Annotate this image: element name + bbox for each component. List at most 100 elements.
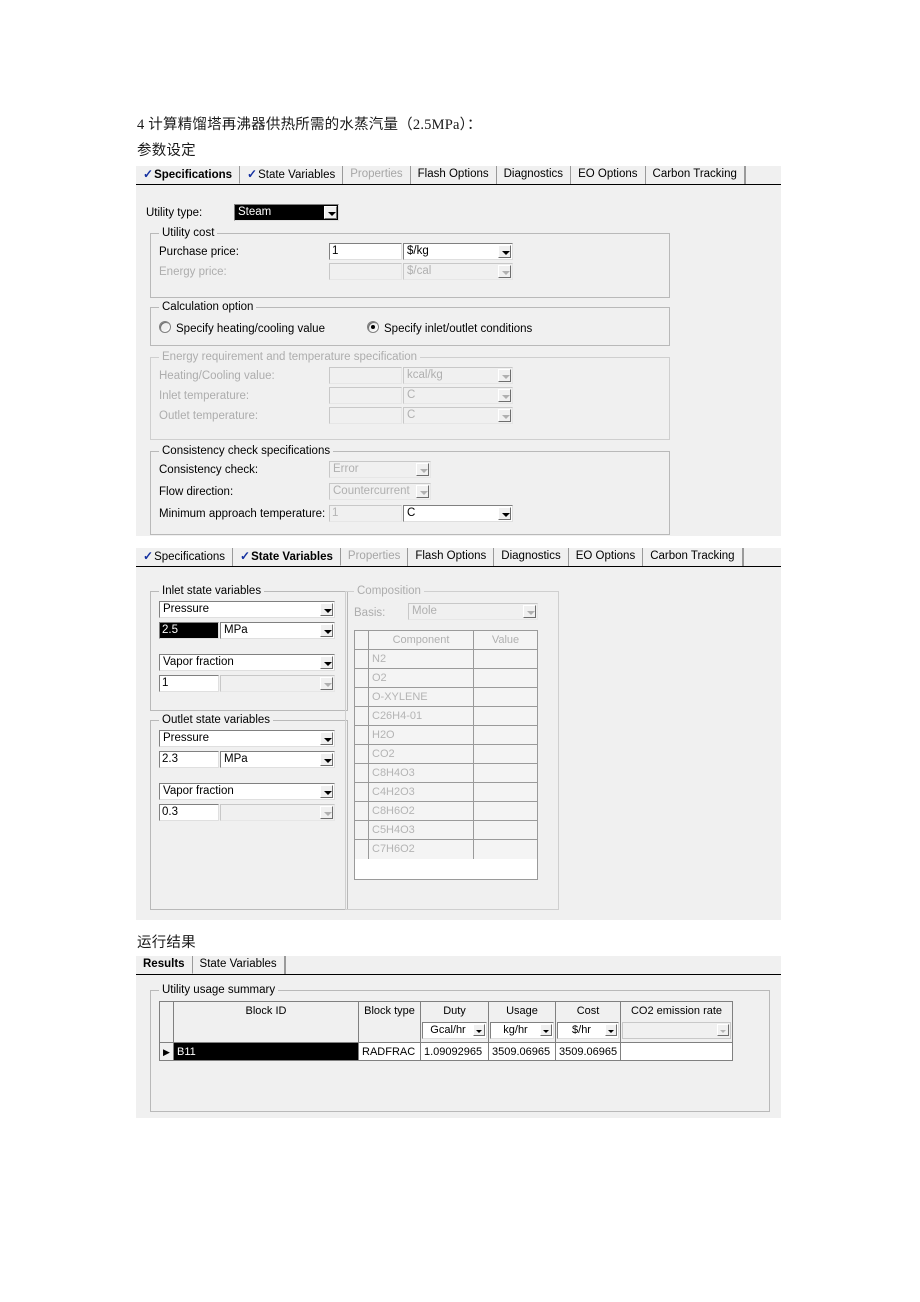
- row-selector[interactable]: [355, 802, 369, 821]
- row-selector[interactable]: [355, 669, 369, 688]
- flow-direction-label: Flow direction:: [159, 486, 234, 498]
- chevron-down-icon[interactable]: [320, 732, 333, 745]
- chevron-down-icon[interactable]: [324, 206, 337, 219]
- table-row[interactable]: O-XYLENE: [355, 688, 537, 707]
- chevron-down-icon[interactable]: [498, 507, 511, 520]
- tab-label: EO Options: [578, 168, 638, 180]
- tab-label: Specifications: [154, 551, 226, 563]
- basis-label: Basis:: [354, 607, 386, 619]
- utility-specifications-panel: ✓Specifications ✓State Variables Propert…: [136, 166, 781, 536]
- table-row[interactable]: H2O: [355, 726, 537, 745]
- component-cell: N2: [369, 650, 474, 669]
- table-row[interactable]: C26H4-01: [355, 707, 537, 726]
- composition-table[interactable]: Component Value N2 O2 O-XYLENE C26H4-01 …: [354, 630, 538, 880]
- purchase-price-unit-dropdown[interactable]: $/kg: [403, 243, 513, 260]
- table-row[interactable]: C8H4O3: [355, 764, 537, 783]
- row-selector[interactable]: [355, 707, 369, 726]
- tab-carbon-tracking[interactable]: Carbon Tracking: [645, 166, 745, 184]
- tab-eo-options[interactable]: EO Options: [568, 548, 644, 566]
- chevron-down-icon[interactable]: [605, 1024, 617, 1036]
- usage-unit-cell[interactable]: kg/hr: [489, 1021, 556, 1042]
- table-row[interactable]: N2: [355, 650, 537, 669]
- cost-unit-cell[interactable]: $/hr: [556, 1021, 621, 1042]
- chevron-down-icon: [717, 1024, 729, 1036]
- chevron-down-icon[interactable]: [498, 245, 511, 258]
- basis-dropdown: Mole: [408, 603, 538, 620]
- chevron-down-icon[interactable]: [320, 624, 333, 637]
- heating-cooling-value-label: Heating/Cooling value:: [159, 370, 275, 382]
- tab-label: Results: [143, 958, 185, 970]
- row-selector[interactable]: [355, 764, 369, 783]
- outlet-unit-1-dropdown[interactable]: MPa: [220, 751, 335, 768]
- duty-unit-cell[interactable]: Gcal/hr: [421, 1021, 489, 1042]
- tab-specifications[interactable]: ✓Specifications: [136, 166, 241, 184]
- tab-state-variables[interactable]: State Variables: [192, 956, 285, 974]
- chevron-down-icon[interactable]: [320, 785, 333, 798]
- inlet-unit-1-dropdown[interactable]: MPa: [220, 622, 335, 639]
- value-cell: [474, 726, 537, 745]
- block-type-header: Block type: [359, 1002, 421, 1021]
- table-row[interactable]: C4H2O3: [355, 783, 537, 802]
- outlet-variable-1-dropdown[interactable]: Pressure: [159, 730, 335, 747]
- inlet-variable-1-dropdown[interactable]: Pressure: [159, 601, 335, 618]
- chevron-down-icon: [320, 806, 333, 819]
- block-id-cell[interactable]: B11: [174, 1042, 359, 1060]
- heating-cooling-value-input: [329, 367, 402, 384]
- radio-specify-heating-cooling-value[interactable]: Specify heating/cooling value: [159, 320, 325, 335]
- inlet-value-2-input[interactable]: 1: [159, 675, 219, 692]
- duty-unit-dropdown[interactable]: Gcal/hr: [422, 1022, 487, 1039]
- tab-specifications[interactable]: ✓Specifications: [136, 548, 234, 566]
- table-row[interactable]: CO2: [355, 745, 537, 764]
- inlet-variable-2-dropdown[interactable]: Vapor fraction: [159, 654, 335, 671]
- row-selector[interactable]: [355, 726, 369, 745]
- utility-usage-table[interactable]: Block ID Block type Duty Usage Cost CO2 …: [159, 1001, 733, 1061]
- tab-label: EO Options: [575, 550, 636, 562]
- row-selector[interactable]: [355, 650, 369, 669]
- purchase-price-input[interactable]: 1: [329, 243, 402, 260]
- outlet-value-1-input[interactable]: 2.3: [159, 751, 219, 768]
- row-selector[interactable]: [355, 688, 369, 707]
- utility-type-dropdown[interactable]: Steam: [234, 204, 339, 221]
- tab-eo-options[interactable]: EO Options: [571, 166, 646, 184]
- tab-diagnostics[interactable]: Diagnostics: [494, 548, 569, 566]
- chevron-down-icon: [320, 677, 333, 690]
- row-selector[interactable]: [355, 745, 369, 764]
- cost-unit-dropdown[interactable]: $/hr: [557, 1022, 619, 1039]
- chevron-down-icon: [498, 389, 511, 402]
- row-selector-marker[interactable]: ▶: [160, 1042, 174, 1060]
- tab-flash-options[interactable]: Flash Options: [410, 166, 497, 184]
- outlet-temperature-input: [329, 407, 402, 424]
- chevron-down-icon[interactable]: [473, 1024, 485, 1036]
- tab-state-variables[interactable]: ✓State Variables: [233, 548, 341, 566]
- table-row[interactable]: ▶ B11 RADFRAC 1.09092965 3509.06965 3509…: [160, 1042, 732, 1060]
- tab-carbon-tracking[interactable]: Carbon Tracking: [643, 548, 743, 566]
- outlet-unit-1-value: MPa: [224, 753, 248, 765]
- chevron-down-icon[interactable]: [320, 753, 333, 766]
- chevron-down-icon[interactable]: [320, 603, 333, 616]
- table-row[interactable]: C7H6O2: [355, 840, 537, 859]
- row-selector[interactable]: [355, 840, 369, 859]
- radio-specify-inlet-outlet-conditions[interactable]: Specify inlet/outlet conditions: [367, 320, 532, 335]
- tab-flash-options[interactable]: Flash Options: [408, 548, 495, 566]
- tab-state-variables[interactable]: ✓State Variables: [240, 166, 344, 184]
- table-row[interactable]: C5H4O3: [355, 821, 537, 840]
- component-cell: C5H4O3: [369, 821, 474, 840]
- minimum-approach-unit-value: C: [407, 507, 416, 519]
- table-row[interactable]: O2: [355, 669, 537, 688]
- inlet-value-1-input[interactable]: 2.5: [159, 622, 219, 639]
- outlet-value-2-input[interactable]: 0.3: [159, 804, 219, 821]
- minimum-approach-temperature-unit-dropdown[interactable]: C: [403, 505, 513, 522]
- tab-results[interactable]: Results: [136, 956, 193, 974]
- table-row[interactable]: C8H6O2: [355, 802, 537, 821]
- usage-unit-dropdown[interactable]: kg/hr: [490, 1022, 554, 1039]
- chevron-down-icon[interactable]: [540, 1024, 552, 1036]
- tab-diagnostics[interactable]: Diagnostics: [496, 166, 572, 184]
- utility-usage-summary-title: Utility usage summary: [159, 984, 279, 996]
- outlet-variable-2-dropdown[interactable]: Vapor fraction: [159, 783, 335, 800]
- chevron-down-icon[interactable]: [320, 656, 333, 669]
- row-selector[interactable]: [355, 783, 369, 802]
- units-row-spacer: [160, 1021, 174, 1042]
- row-selector[interactable]: [355, 821, 369, 840]
- tab-properties: Properties: [343, 166, 411, 184]
- table-units-row: Gcal/hr kg/hr $/hr: [160, 1021, 732, 1042]
